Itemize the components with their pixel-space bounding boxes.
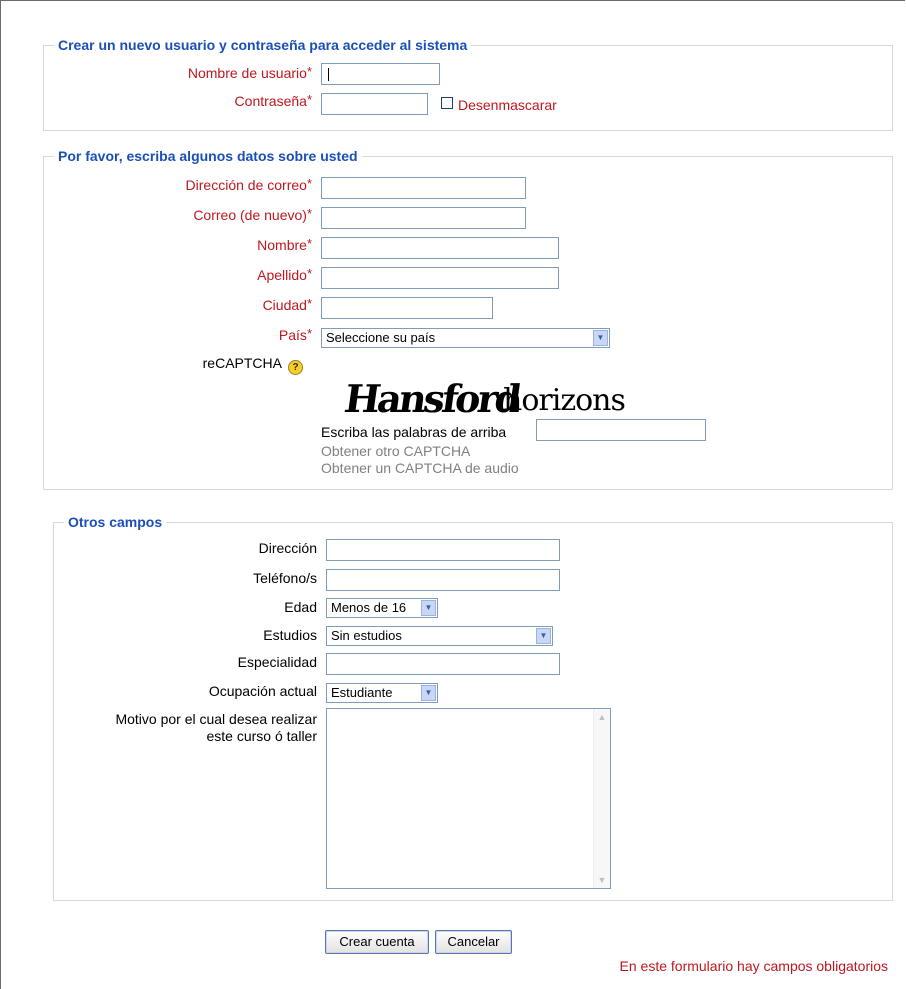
help-icon[interactable]: ? bbox=[288, 360, 303, 375]
section-other-legend: Otros campos bbox=[68, 514, 163, 530]
section-personal-legend: Por favor, escriba algunos datos sobre u… bbox=[58, 148, 358, 164]
firstname-input[interactable] bbox=[321, 237, 559, 259]
country-select[interactable]: Seleccione su país ▼ bbox=[321, 328, 610, 348]
studies-select[interactable]: Sin estudios ▼ bbox=[326, 626, 553, 646]
captcha-image: Hansford horizons bbox=[321, 354, 654, 422]
specialty-input[interactable] bbox=[326, 653, 560, 675]
address-input[interactable] bbox=[326, 539, 560, 561]
chevron-down-icon: ▼ bbox=[421, 600, 436, 616]
email-again-input[interactable] bbox=[321, 207, 526, 229]
occupation-select-value: Estudiante bbox=[331, 685, 393, 700]
text-caret bbox=[328, 68, 329, 81]
age-select-value: Menos de 16 bbox=[331, 600, 407, 615]
country-label: País* bbox=[278, 326, 312, 343]
required-fields-note: En este formulario hay campos obligatori… bbox=[619, 958, 888, 974]
captcha-prompt-label: Escriba las palabras de arriba bbox=[321, 424, 507, 440]
firstname-label: Nombre* bbox=[257, 236, 312, 253]
scroll-down-icon[interactable]: ▼ bbox=[596, 874, 608, 886]
phone-label: Teléfono/s bbox=[253, 570, 317, 586]
username-label: Nombre de usuario* bbox=[187, 64, 312, 81]
section-account-legend: Crear un nuevo usuario y contraseña para… bbox=[58, 37, 468, 53]
password-input[interactable] bbox=[321, 93, 428, 115]
age-select[interactable]: Menos de 16 ▼ bbox=[326, 598, 438, 618]
username-input[interactable] bbox=[321, 63, 440, 85]
email-input[interactable] bbox=[321, 177, 526, 199]
create-account-button[interactable]: Crear cuenta bbox=[325, 930, 429, 954]
chevron-down-icon: ▼ bbox=[536, 628, 551, 644]
cancel-button[interactable]: Cancelar bbox=[435, 930, 512, 954]
captcha-word-2: horizons bbox=[503, 383, 625, 418]
studies-select-value: Sin estudios bbox=[331, 628, 402, 643]
country-select-value: Seleccione su país bbox=[326, 330, 436, 345]
specialty-label: Especialidad bbox=[237, 654, 317, 670]
lastname-label: Apellido* bbox=[257, 266, 312, 283]
password-label: Contraseña* bbox=[234, 92, 312, 109]
city-label: Ciudad* bbox=[262, 296, 312, 313]
captcha-word-1: Hansford bbox=[341, 377, 523, 420]
age-label: Edad bbox=[284, 599, 317, 615]
occupation-select[interactable]: Estudiante ▼ bbox=[326, 683, 438, 703]
reason-label: Motivo por el cual desea realizar este cu… bbox=[115, 711, 317, 744]
captcha-response-input[interactable] bbox=[536, 419, 706, 441]
captcha-distorted-text: Hansford horizons bbox=[341, 377, 625, 422]
scroll-up-icon[interactable]: ▲ bbox=[596, 711, 608, 723]
occupation-label: Ocupación actual bbox=[208, 683, 317, 699]
section-account: Crear un nuevo usuario y contraseña para… bbox=[43, 37, 893, 131]
recaptcha-label: reCAPTCHA? bbox=[203, 355, 303, 375]
chevron-down-icon: ▼ bbox=[593, 330, 608, 346]
captcha-audio-link[interactable]: Obtener un CAPTCHA de audio bbox=[321, 460, 519, 476]
address-label: Dirección bbox=[258, 540, 317, 556]
phone-input[interactable] bbox=[326, 569, 560, 591]
chevron-down-icon: ▼ bbox=[421, 685, 436, 701]
textarea-scrollbar[interactable]: ▲ ▼ bbox=[593, 709, 610, 888]
email-again-label: Correo (de nuevo)* bbox=[193, 206, 312, 223]
unmask-label[interactable]: Desenmascarar bbox=[458, 97, 557, 113]
reason-textarea[interactable]: ▲ ▼ bbox=[326, 708, 611, 889]
studies-label: Estudios bbox=[263, 627, 317, 643]
email-label: Dirección de correo* bbox=[185, 176, 312, 193]
city-input[interactable] bbox=[321, 297, 493, 319]
captcha-new-link[interactable]: Obtener otro CAPTCHA bbox=[321, 443, 470, 459]
unmask-checkbox[interactable] bbox=[441, 97, 453, 109]
lastname-input[interactable] bbox=[321, 267, 559, 289]
